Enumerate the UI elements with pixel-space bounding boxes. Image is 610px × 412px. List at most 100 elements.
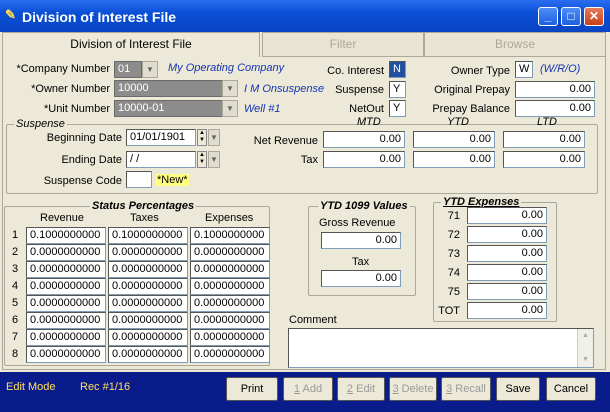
tax-mtd[interactable]: 0.00 <box>323 151 405 168</box>
ltd-header: LTD <box>537 116 557 128</box>
status-row-number: 2 <box>12 246 19 258</box>
status-cell-revenue[interactable]: 0.1000000000 <box>26 227 106 244</box>
status-cell-taxes[interactable]: 0.0000000000 <box>108 261 188 278</box>
status-cell-revenue[interactable]: 0.0000000000 <box>26 346 106 363</box>
status-cell-expenses[interactable]: 0.0000000000 <box>190 346 270 363</box>
original-prepay-field[interactable]: 0.00 <box>515 81 595 98</box>
add-button[interactable]: 1 Add <box>283 377 333 401</box>
recall-button[interactable]: 3 Recall <box>441 377 491 401</box>
tab-filter[interactable]: Filter <box>262 32 424 56</box>
chevron-down-icon[interactable]: ▼ <box>208 129 220 146</box>
status-cell-taxes[interactable]: 0.0000000000 <box>108 244 188 261</box>
tax-ytd[interactable]: 0.00 <box>413 151 495 168</box>
ending-date-spinner[interactable]: ▲ ▼ <box>197 151 207 168</box>
net-revenue-mtd[interactable]: 0.00 <box>323 131 405 148</box>
print-button[interactable]: Print <box>226 377 278 401</box>
status-cell-revenue[interactable]: 0.0000000000 <box>26 312 106 329</box>
chevron-down-icon[interactable]: ▼ <box>208 151 220 168</box>
taxes-header: Taxes <box>130 212 159 224</box>
beginning-date-label: Beginning Date <box>46 132 122 144</box>
edit-button[interactable]: 2 Edit <box>337 377 385 401</box>
status-cell-revenue[interactable]: 0.0000000000 <box>26 261 106 278</box>
prepay-balance-field[interactable]: 0.00 <box>515 100 595 117</box>
status-cell-taxes[interactable]: 0.0000000000 <box>108 278 188 295</box>
status-cell-revenue[interactable]: 0.0000000000 <box>26 244 106 261</box>
expense-row-label: 72 <box>447 229 460 241</box>
tab-browse[interactable]: Browse <box>424 32 606 56</box>
beginning-date-field[interactable]: 01/01/1901 <box>126 129 196 146</box>
expense-row-field[interactable]: 0.00 <box>467 302 547 319</box>
status-cell-expenses[interactable]: 0.1000000000 <box>190 227 270 244</box>
owner-label: *Owner Number <box>31 83 110 95</box>
chevron-down-icon[interactable]: ▼ <box>142 61 158 78</box>
net-revenue-ytd[interactable]: 0.00 <box>413 131 495 148</box>
edit-mode-text: Edit Mode <box>6 381 56 393</box>
status-cell-expenses[interactable]: 0.0000000000 <box>190 261 270 278</box>
edit-label: Edit <box>353 383 376 395</box>
mtd-header: MTD <box>357 116 381 128</box>
delete-button[interactable]: 3 Delete <box>389 377 437 401</box>
chevron-down-icon[interactable]: ▼ <box>222 80 238 97</box>
status-cell-taxes[interactable]: 0.0000000000 <box>108 346 188 363</box>
minimize-button[interactable]: _ <box>538 7 558 26</box>
status-cell-taxes[interactable]: 0.0000000000 <box>108 295 188 312</box>
status-cell-expenses[interactable]: 0.0000000000 <box>190 295 270 312</box>
unit-number-field[interactable]: 10000-01 <box>114 100 238 117</box>
prepay-balance-label: Prepay Balance <box>432 103 510 115</box>
maximize-button[interactable]: □ <box>561 7 581 26</box>
revenue-header: Revenue <box>40 212 85 224</box>
status-cell-taxes[interactable]: 0.1000000000 <box>108 227 188 244</box>
save-button[interactable]: Save <box>496 377 540 401</box>
company-name: My Operating Company <box>168 62 285 74</box>
status-cell-revenue[interactable]: 0.0000000000 <box>26 329 106 346</box>
new-badge: *New* <box>156 174 189 186</box>
title-bar[interactable]: ✎ Division of Interest File _ □ ✕ <box>0 0 610 32</box>
ending-date-label: Ending Date <box>61 154 122 166</box>
scroll-up-icon[interactable]: ▲ <box>578 329 593 343</box>
net-revenue-label: Net Revenue <box>253 135 318 147</box>
status-cell-taxes[interactable]: 0.0000000000 <box>108 329 188 346</box>
pencil-icon: ✎ <box>5 7 16 22</box>
ytd-tax-field[interactable]: 0.00 <box>321 270 401 287</box>
owner-type-field[interactable]: W <box>515 61 533 78</box>
net-revenue-ltd[interactable]: 0.00 <box>503 131 585 148</box>
status-cell-expenses[interactable]: 0.0000000000 <box>190 312 270 329</box>
owner-name: I M Onsuspense <box>244 83 325 95</box>
company-number-field[interactable]: 01 <box>114 61 142 78</box>
owner-number-field[interactable]: 10000 <box>114 80 238 97</box>
expense-row-field[interactable]: 0.00 <box>467 226 547 243</box>
expense-row-field[interactable]: 0.00 <box>467 207 547 224</box>
suspense-flag-label: Suspense <box>335 84 384 96</box>
expense-row-field[interactable]: 0.00 <box>467 245 547 262</box>
expense-row-label: TOT <box>438 305 460 317</box>
record-counter: Rec #1/16 <box>80 381 131 393</box>
expense-row-field[interactable]: 0.00 <box>467 264 547 281</box>
status-row-number: 7 <box>12 331 19 343</box>
expense-row-field[interactable]: 0.00 <box>467 283 547 300</box>
status-cell-expenses[interactable]: 0.0000000000 <box>190 278 270 295</box>
suspense-code-field[interactable] <box>126 171 152 188</box>
comment-textarea[interactable] <box>288 328 594 368</box>
chevron-down-icon[interactable]: ▼ <box>222 100 238 117</box>
scroll-down-icon[interactable]: ▼ <box>578 353 593 367</box>
co-interest-field[interactable]: N <box>389 61 406 78</box>
beginning-date-spinner[interactable]: ▲ ▼ <box>197 129 207 146</box>
status-cell-expenses[interactable]: 0.0000000000 <box>190 244 270 261</box>
status-cell-taxes[interactable]: 0.0000000000 <box>108 312 188 329</box>
close-button[interactable]: ✕ <box>584 7 604 26</box>
comment-scrollbar[interactable]: ▲ ▼ <box>577 329 593 367</box>
tab-label: Filter <box>329 37 357 51</box>
status-percentages-title: Status Percentages <box>90 200 197 212</box>
tax-ltd[interactable]: 0.00 <box>503 151 585 168</box>
tab-division-of-interest[interactable]: Division of Interest File <box>2 32 260 57</box>
status-cell-revenue[interactable]: 0.0000000000 <box>26 295 106 312</box>
status-row-number: 8 <box>12 348 19 360</box>
status-cell-revenue[interactable]: 0.0000000000 <box>26 278 106 295</box>
ending-date-field[interactable]: / / <box>126 151 196 168</box>
expense-row-label: 71 <box>447 210 460 222</box>
unit-label: *Unit Number <box>43 103 110 115</box>
gross-revenue-field[interactable]: 0.00 <box>321 232 401 249</box>
cancel-button[interactable]: Cancel <box>546 377 596 401</box>
ytd-tax-label: Tax <box>352 256 370 268</box>
status-cell-expenses[interactable]: 0.0000000000 <box>190 329 270 346</box>
